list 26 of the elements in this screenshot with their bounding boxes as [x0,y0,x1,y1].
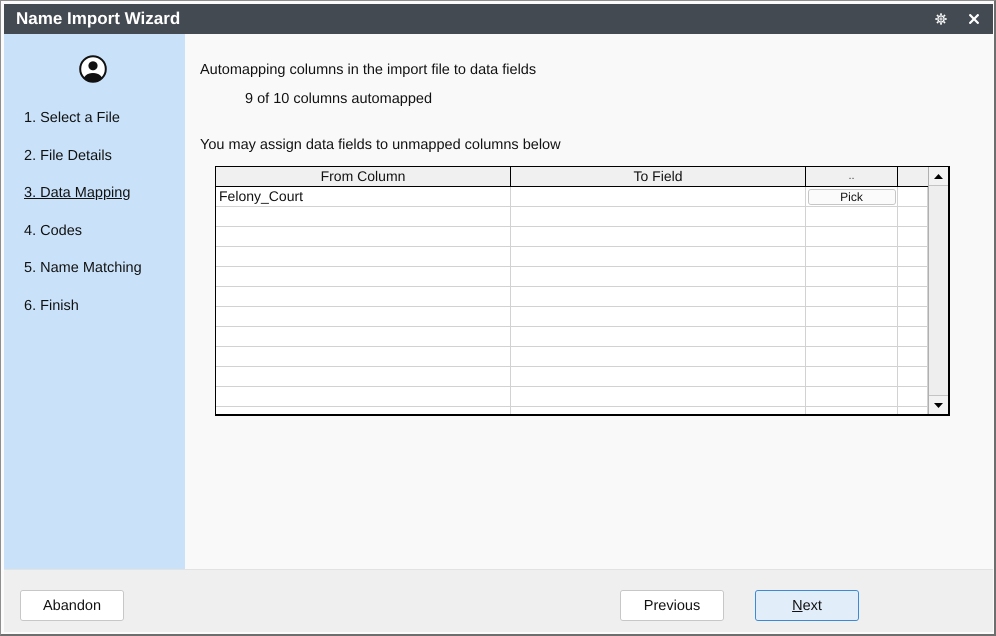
close-icon[interactable] [969,14,979,24]
automapping-heading: Automapping columns in the import file to data fields [200,62,538,78]
window-title: Name Import Wizard [16,9,180,29]
instruction-text: You may assign data fields to unmapped columns below [200,137,562,153]
column-header: .. [806,167,898,186]
previous-button[interactable]: Previous [620,590,724,621]
person-icon [78,55,106,83]
wizard-step: 1. Select a File [24,100,142,138]
wizard-step: 5. Name Matching [24,250,142,288]
up-triangle-icon [934,174,943,178]
down-triangle-icon [934,402,943,408]
scrollbar-track[interactable] [928,167,948,414]
next-button[interactable]: Next [755,590,859,621]
abandon-button[interactable]: Abandon [20,590,124,621]
scroll-down-button[interactable] [929,395,948,414]
wizard-step: 2. File Details [24,138,142,175]
automapped-count: 9 of 10 columns automapped [244,91,434,107]
column-header: To Field [511,167,806,186]
wizard-step: 3. Data Mapping [24,175,142,212]
wizard-step: 4. Codes [24,212,142,250]
wizard-step: 6. Finish [24,288,142,325]
column-header: From Column [216,167,511,186]
scroll-up-button[interactable] [929,167,948,186]
table-cell: Felony_Court [216,187,511,206]
pick-button[interactable]: Pick [808,188,896,204]
settings-icon[interactable] [935,13,947,25]
